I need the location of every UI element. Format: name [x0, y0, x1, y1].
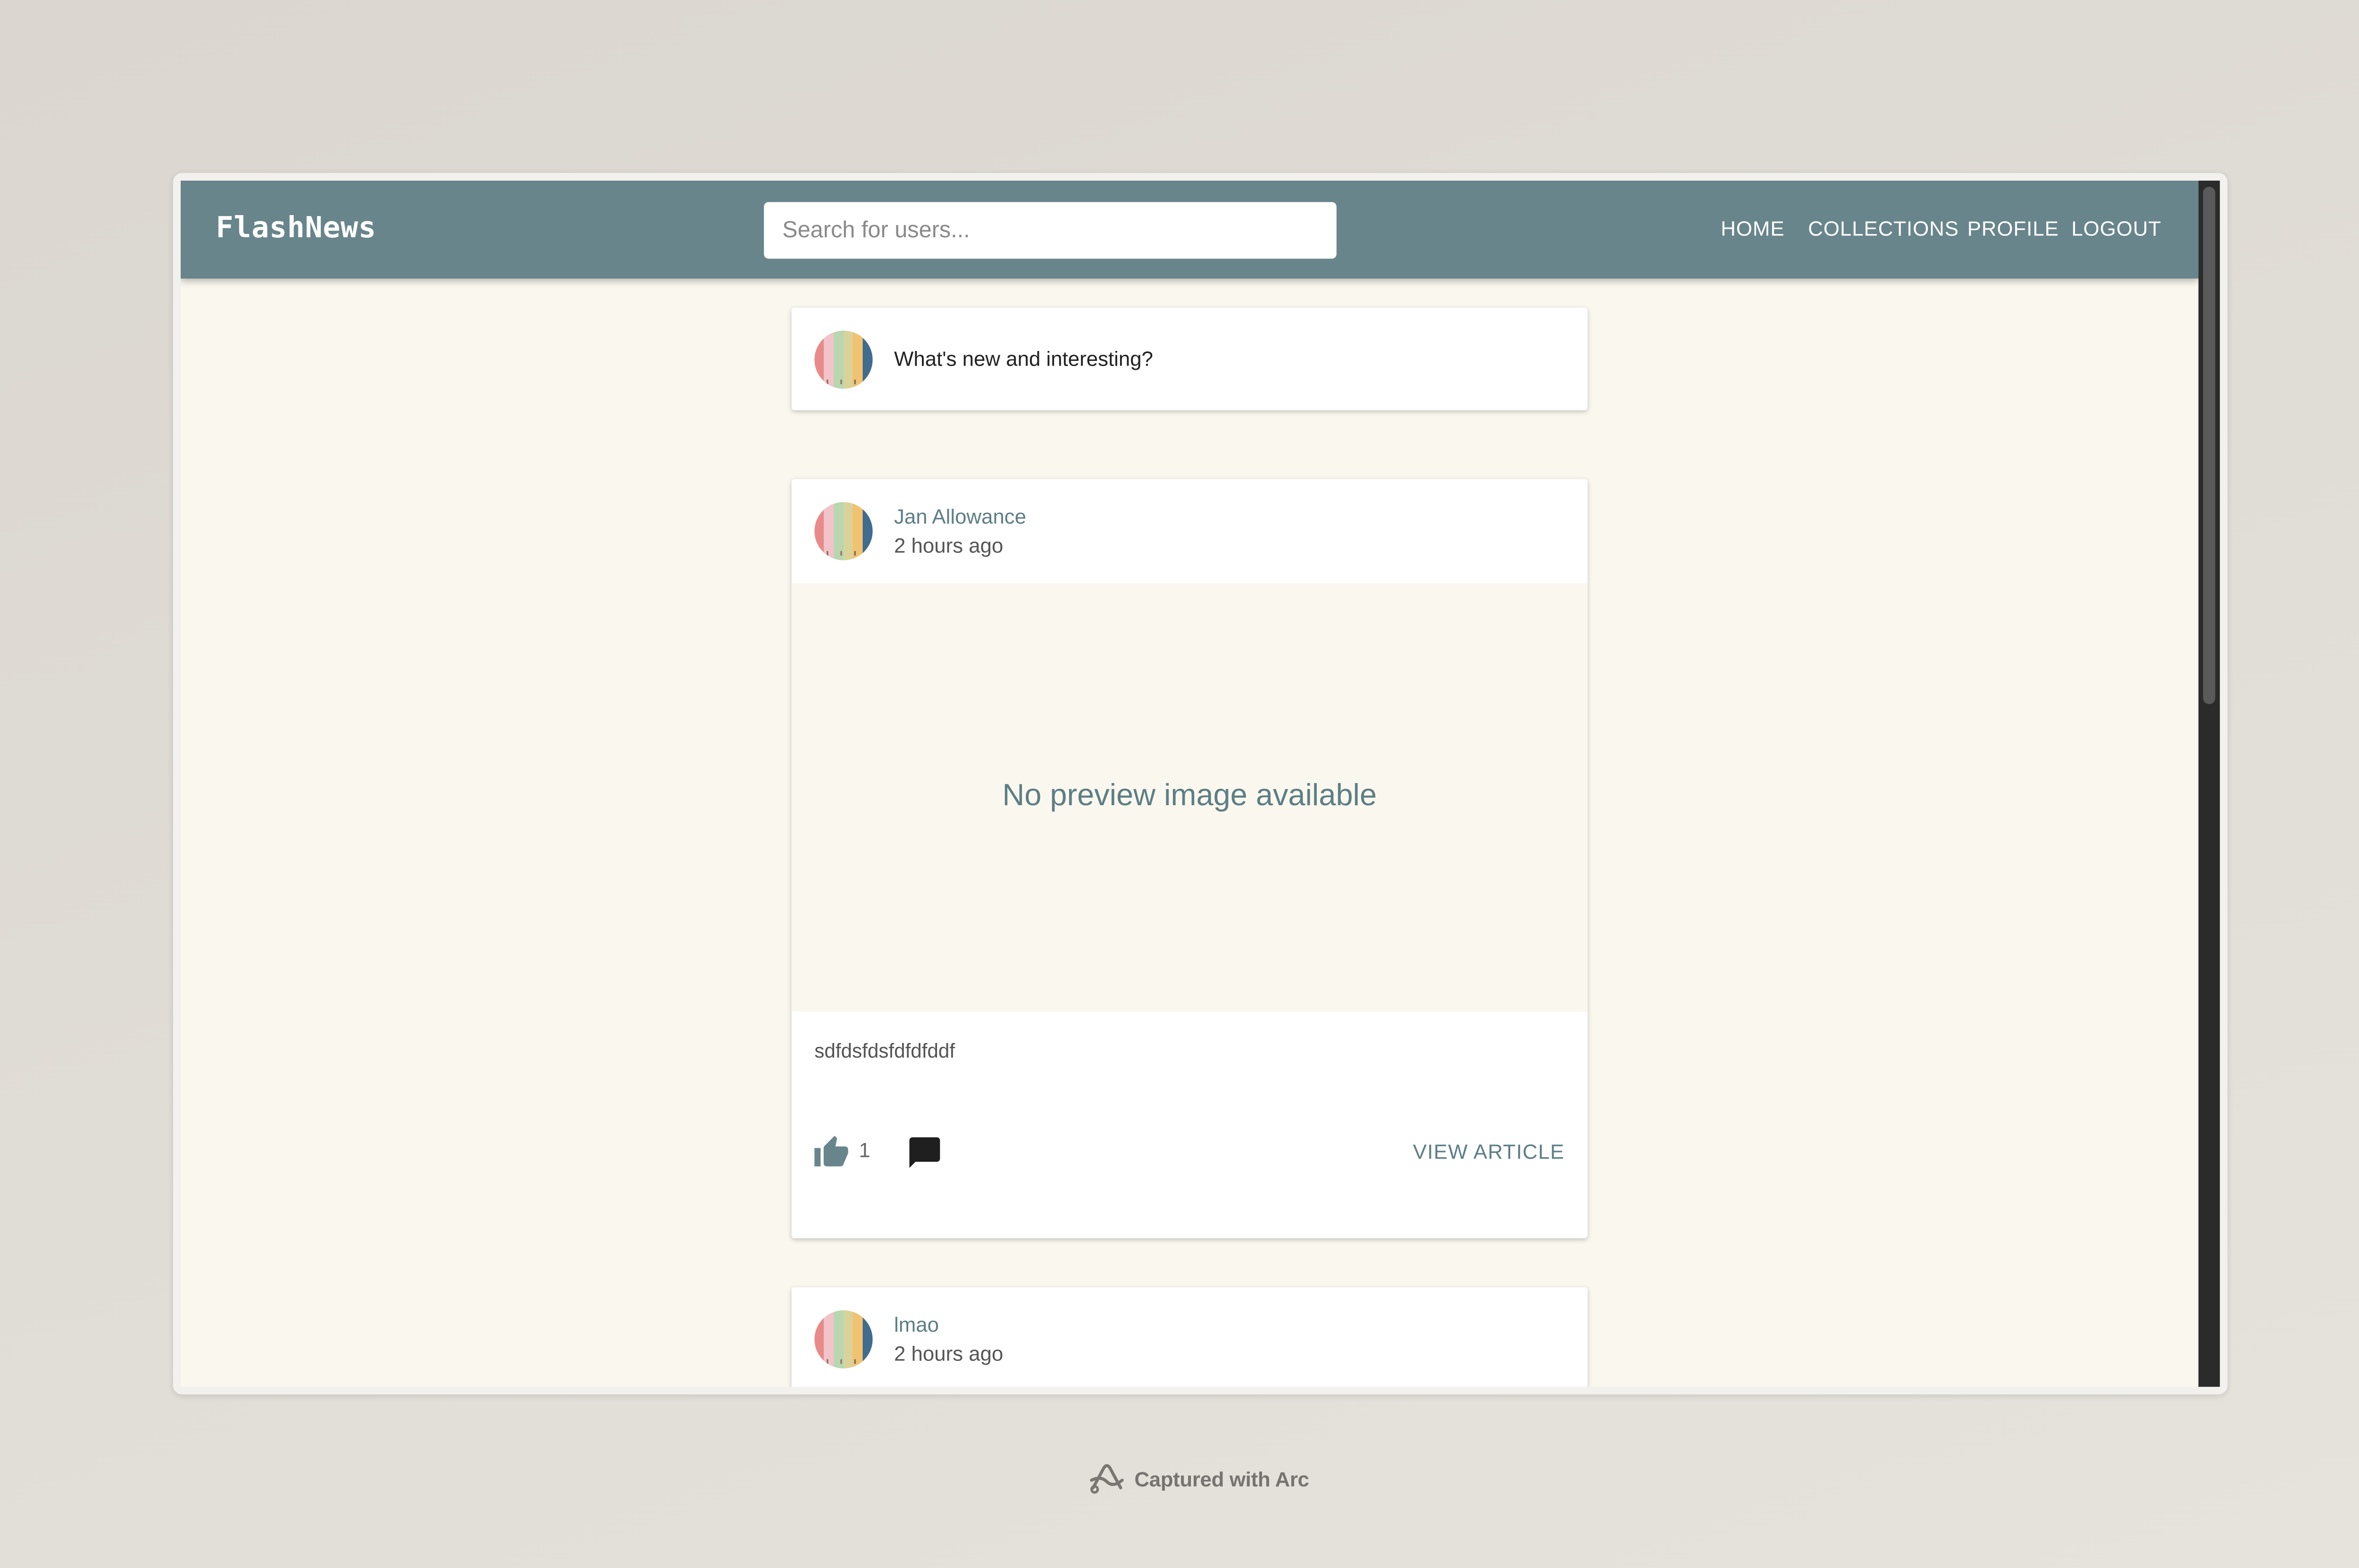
composer-card[interactable]: What's new and interesting?: [791, 308, 1588, 410]
post-card: lmao 2 hours ago: [791, 1287, 1588, 1387]
page-viewport: FlashNews HOME COLLECTIONS PROFILE LOGOU…: [180, 180, 2199, 1387]
nav-home[interactable]: HOME: [1721, 217, 1784, 241]
post-body: sdfdsfdsfdfdfddf: [814, 1039, 955, 1062]
capture-caption: Captured with Arc: [1088, 1462, 1309, 1495]
avatar[interactable]: [814, 1310, 873, 1368]
browser-window: FlashNews HOME COLLECTIONS PROFILE LOGOU…: [173, 173, 2228, 1395]
post-author[interactable]: Jan Allowance: [894, 505, 1026, 528]
capture-caption-text: Captured with Arc: [1134, 1467, 1309, 1490]
nav-profile[interactable]: PROFILE: [1967, 217, 2059, 241]
scrollbar-thumb[interactable]: [2203, 186, 2216, 704]
arc-logo-icon: [1090, 1464, 1124, 1494]
app-bar: FlashNews HOME COLLECTIONS PROFILE LOGOU…: [180, 180, 2199, 279]
preview-image-placeholder: No preview image available: [791, 583, 1588, 1012]
screenshot-canvas: FlashNews HOME COLLECTIONS PROFILE LOGOU…: [0, 0, 2359, 1568]
search-input[interactable]: [764, 202, 1337, 259]
like-count: 1: [859, 1139, 870, 1162]
composer-prompt[interactable]: What's new and interesting?: [894, 348, 1153, 371]
comment-icon[interactable]: [906, 1134, 943, 1171]
preview-unavailable-text: No preview image available: [1002, 779, 1377, 813]
view-article-button[interactable]: VIEW ARTICLE: [1413, 1140, 1564, 1163]
post-card: Jan Allowance 2 hours ago No preview ima…: [791, 479, 1588, 1239]
avatar: [814, 330, 873, 389]
nav-logout[interactable]: LOGOUT: [2071, 217, 2161, 241]
brand-logo[interactable]: FlashNews: [216, 211, 376, 245]
thumb-up-icon[interactable]: [813, 1134, 850, 1171]
avatar[interactable]: [814, 502, 873, 560]
post-author[interactable]: lmao: [894, 1313, 939, 1336]
vertical-scrollbar[interactable]: [2198, 180, 2220, 1387]
post-timestamp: 2 hours ago: [894, 534, 1004, 558]
post-timestamp: 2 hours ago: [894, 1342, 1004, 1366]
nav-collections[interactable]: COLLECTIONS: [1808, 217, 1959, 241]
